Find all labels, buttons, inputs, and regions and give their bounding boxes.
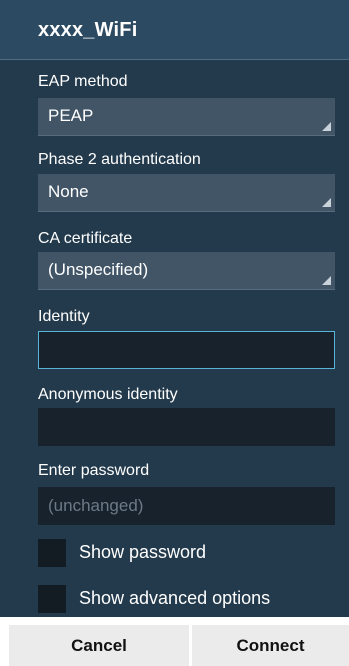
anonymous-identity-input[interactable] [38, 408, 335, 446]
dialog-title: xxxx_WiFi [38, 19, 138, 41]
show-advanced-label: Show advanced options [79, 588, 271, 608]
anonymous-identity-field-container [38, 408, 335, 446]
identity-label: Identity [38, 308, 90, 325]
ca-certificate-value: (Unspecified) [48, 260, 149, 279]
dropdown-arrow-icon [322, 276, 331, 285]
show-password-row[interactable]: Show password [38, 539, 335, 567]
wifi-dialog: xxxx_WiFi EAP method PEAP Phase 2 authen… [0, 0, 349, 666]
button-bar: Cancel Connect [0, 617, 349, 666]
cancel-button[interactable]: Cancel [9, 625, 189, 666]
dropdown-arrow-icon [322, 198, 331, 207]
show-password-label: Show password [79, 542, 207, 562]
eap-method-dropdown[interactable]: PEAP [38, 98, 335, 136]
dropdown-arrow-icon [322, 122, 331, 131]
phase2-auth-value: None [48, 182, 89, 201]
show-advanced-checkbox[interactable] [38, 585, 66, 613]
identity-field-container [38, 331, 335, 369]
eap-method-label: EAP method [38, 73, 128, 90]
ca-certificate-dropdown[interactable]: (Unspecified) [38, 252, 335, 290]
show-advanced-row[interactable]: Show advanced options [38, 585, 335, 613]
phase2-auth-dropdown[interactable]: None [38, 174, 335, 212]
dialog-title-bar: xxxx_WiFi [0, 0, 349, 60]
phase2-auth-label: Phase 2 authentication [38, 151, 201, 168]
password-field-container [38, 487, 335, 525]
password-input[interactable] [38, 487, 335, 525]
password-label: Enter password [38, 462, 150, 479]
identity-input[interactable] [39, 332, 334, 368]
ca-certificate-label: CA certificate [38, 230, 133, 247]
connect-button[interactable]: Connect [192, 625, 349, 666]
anonymous-identity-label: Anonymous identity [38, 386, 178, 403]
eap-method-value: PEAP [48, 106, 94, 125]
show-password-checkbox[interactable] [38, 539, 66, 567]
